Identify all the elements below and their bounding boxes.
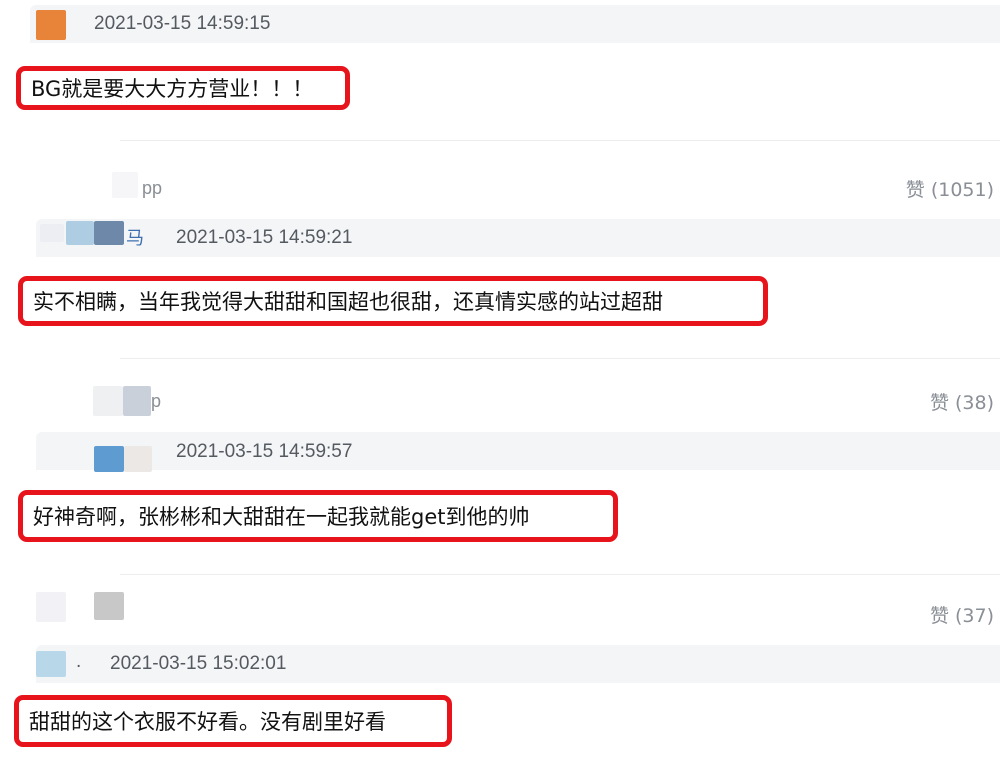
highlighted-comment: 甜甜的这个衣服不好看。没有剧里好看 [14, 695, 452, 747]
reply-username[interactable]: pp [142, 176, 162, 200]
highlighted-comment: BG就是要大大方方营业！！！ [16, 66, 350, 110]
comment-timestamp: 2021-03-15 15:02:01 [110, 653, 287, 674]
comment-timestamp: 2021-03-15 14:59:21 [176, 227, 353, 248]
comment-text: 甜甜的这个衣服不好看。没有剧里好看 [29, 710, 386, 734]
reply-username[interactable]: p [151, 389, 161, 413]
comment-text: 实不相瞒，当年我觉得大甜甜和国超也很甜，还真情实感的站过超甜 [33, 290, 663, 314]
comment-timestamp: 2021-03-15 14:59:57 [176, 441, 353, 462]
like-count[interactable]: 赞 (37) [930, 604, 994, 628]
comment-text: 好神奇啊，张彬彬和大甜甜在一起我就能get到他的帅 [33, 505, 530, 529]
avatar[interactable] [36, 651, 66, 677]
divider [120, 358, 1000, 359]
divider [120, 140, 1000, 141]
reply-avatar[interactable] [93, 386, 123, 416]
comment-username[interactable]: 马 [126, 226, 144, 250]
like-count[interactable]: 赞 (1051) [906, 178, 994, 202]
avatar-blur [124, 446, 152, 472]
username-blur [40, 224, 64, 242]
divider [120, 574, 1000, 575]
avatar[interactable] [66, 221, 94, 245]
avatar-blur [94, 221, 124, 245]
reply-avatar-blur [94, 592, 124, 620]
comment-username[interactable]: . [76, 650, 81, 674]
reply-avatar-blur [123, 386, 151, 416]
reply-avatar[interactable] [36, 592, 66, 622]
avatar[interactable] [36, 10, 66, 40]
avatar[interactable] [94, 446, 124, 472]
highlighted-comment: 好神奇啊，张彬彬和大甜甜在一起我就能get到他的帅 [18, 490, 618, 542]
like-count[interactable]: 赞 (38) [930, 391, 994, 415]
reply-avatar[interactable] [112, 172, 138, 198]
highlighted-comment: 实不相瞒，当年我觉得大甜甜和国超也很甜，还真情实感的站过超甜 [18, 276, 768, 326]
comment-text: BG就是要大大方方营业！！！ [31, 77, 314, 101]
comment-timestamp: 2021-03-15 14:59:15 [94, 13, 271, 34]
